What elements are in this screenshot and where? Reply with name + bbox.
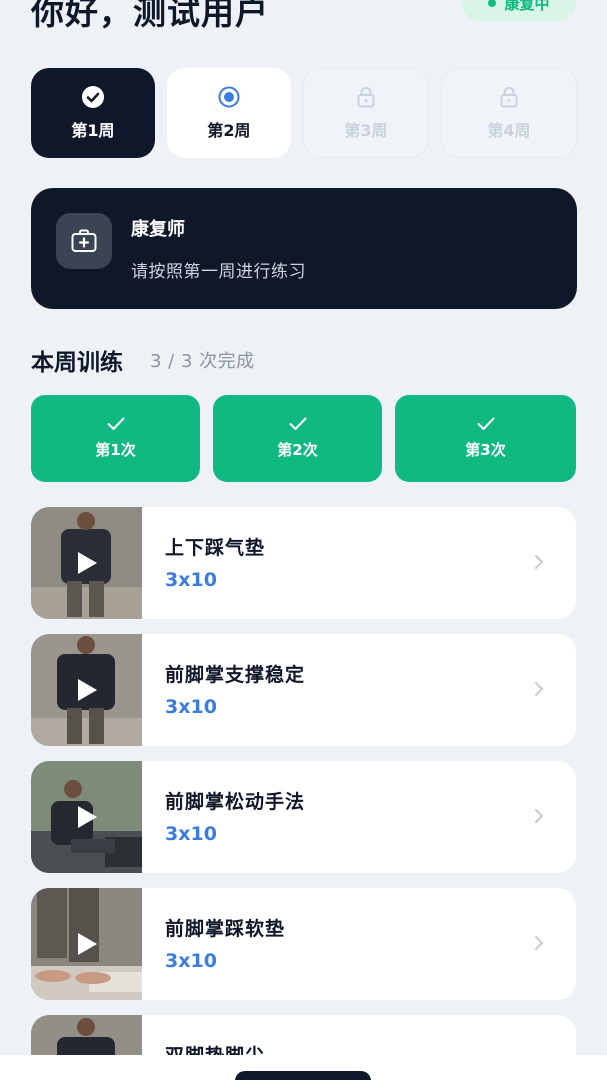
- session-card-2[interactable]: 第2次: [213, 395, 382, 482]
- exercise-name: 上下踩气垫: [165, 537, 266, 559]
- exercise-name: 前脚掌松动手法: [165, 791, 306, 813]
- exercise-card-3[interactable]: 前脚掌松动手法 3x10: [31, 761, 576, 873]
- greeting-title: 你好，测试用户: [31, 0, 269, 32]
- play-icon: [78, 679, 97, 701]
- status-label: 康复中: [504, 0, 550, 13]
- chevron-right-icon: [535, 555, 543, 569]
- checkmark-icon: [477, 417, 494, 430]
- status-badge: 康复中: [462, 0, 576, 22]
- week-tab-1[interactable]: 第1周: [31, 68, 155, 158]
- check-circle-icon: [82, 85, 104, 108]
- status-dot-icon: [488, 0, 497, 7]
- training-progress: 3 / 3 次完成: [150, 351, 255, 372]
- lock-icon: [500, 86, 518, 107]
- play-icon: [78, 552, 97, 574]
- therapist-card[interactable]: 康复师 请按照第一周进行练习: [31, 188, 577, 309]
- week-tab-label: 第3周: [344, 120, 388, 140]
- session-label: 第1次: [95, 441, 136, 459]
- exercise-reps: 3x10: [165, 569, 217, 591]
- week-tab-label: 第1周: [71, 120, 115, 140]
- exercise-reps: 3x10: [165, 696, 217, 718]
- radio-selected-icon: [218, 86, 240, 107]
- checkmark-icon: [289, 417, 306, 430]
- session-card-1[interactable]: 第1次: [31, 395, 200, 482]
- exercise-card-1[interactable]: 上下踩气垫 3x10: [31, 507, 576, 619]
- week-selector: 第1周 第2周 第3周 第4周: [31, 68, 577, 158]
- exercise-video-thumbnail[interactable]: [31, 634, 142, 746]
- chevron-right-icon: [535, 809, 543, 823]
- exercise-card-2[interactable]: 前脚掌支撑稳定 3x10: [31, 634, 576, 746]
- chevron-right-icon: [535, 936, 543, 950]
- play-icon: [78, 933, 97, 955]
- exercise-card-4[interactable]: 前脚掌踩软垫 3x10: [31, 888, 576, 1000]
- session-label: 第2次: [277, 441, 318, 459]
- exercise-reps: 3x10: [165, 823, 217, 845]
- lock-icon: [357, 86, 375, 107]
- play-icon: [78, 806, 97, 828]
- medical-kit-icon: [56, 213, 112, 269]
- exercise-reps: 3x10: [165, 950, 217, 972]
- checkmark-icon: [107, 417, 124, 430]
- session-card-3[interactable]: 第3次: [395, 395, 576, 482]
- week-tab-2[interactable]: 第2周: [167, 68, 291, 158]
- week-tab-label: 第2周: [207, 120, 251, 140]
- week-tab-4[interactable]: 第4周: [441, 68, 577, 158]
- week-tab-3[interactable]: 第3周: [303, 68, 429, 158]
- exercise-name: 前脚掌踩软垫: [165, 918, 286, 940]
- exercise-video-thumbnail[interactable]: [31, 507, 142, 619]
- bottom-action-button[interactable]: [235, 1071, 371, 1080]
- session-label: 第3次: [465, 441, 506, 459]
- exercise-name: 前脚掌支撑稳定: [165, 664, 306, 686]
- week-tab-label: 第4周: [487, 120, 531, 140]
- exercise-video-thumbnail[interactable]: [31, 761, 142, 873]
- chevron-right-icon: [535, 682, 543, 696]
- therapist-message: 请按照第一周进行练习: [131, 262, 306, 282]
- exercise-video-thumbnail[interactable]: [31, 888, 142, 1000]
- therapist-title: 康复师: [131, 219, 185, 240]
- training-section-title: 本周训练: [31, 350, 123, 376]
